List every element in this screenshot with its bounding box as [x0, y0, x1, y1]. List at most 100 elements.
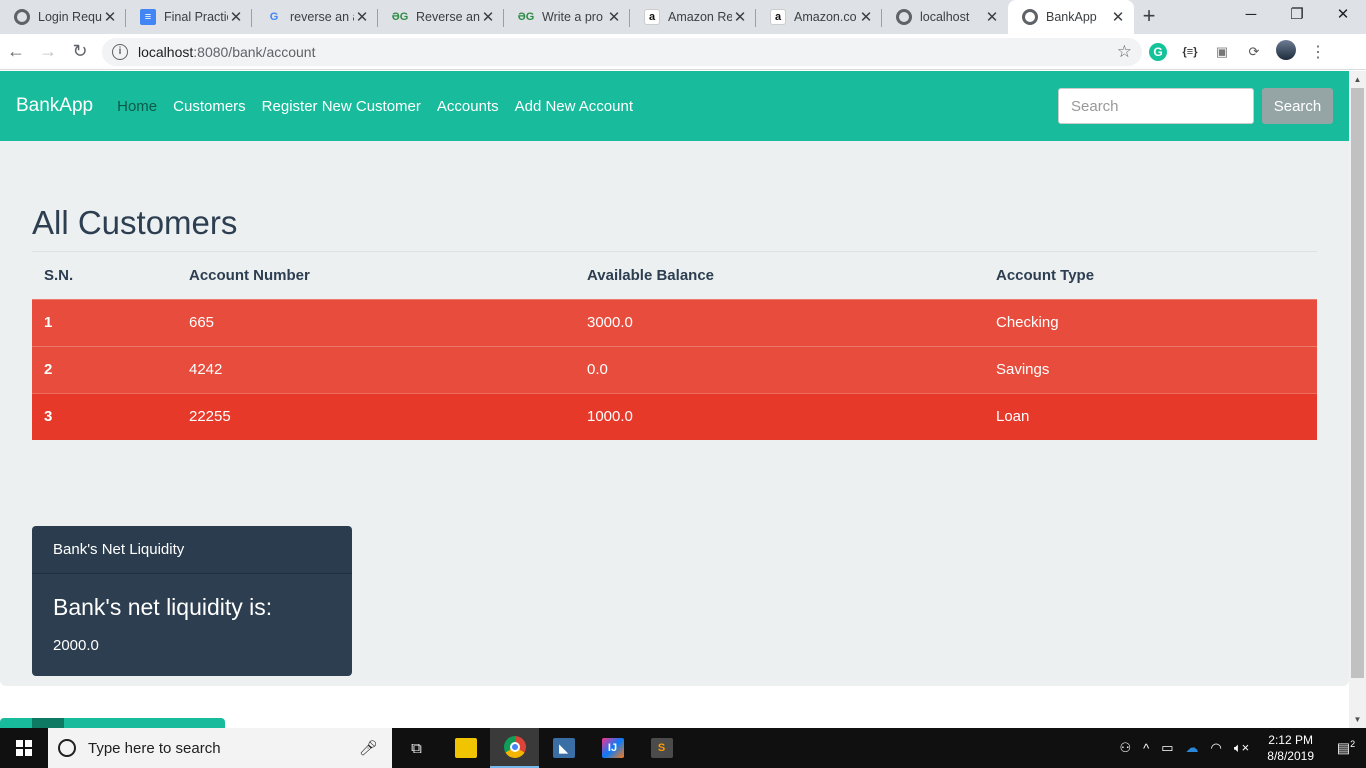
column-header: Available Balance: [587, 267, 715, 285]
nav-link-add-account[interactable]: Add New Account: [515, 98, 633, 115]
docs-icon: ≡: [140, 9, 156, 25]
close-tab-icon[interactable]: ✕: [732, 8, 748, 26]
address-bar[interactable]: i localhost:8080/bank/account ☆: [102, 37, 1142, 66]
window-controls: ─ ❐ ✕: [1228, 0, 1366, 34]
site-info-icon[interactable]: i: [112, 43, 128, 60]
action-center-icon[interactable]: ▤2: [1326, 739, 1366, 757]
scroll-down-icon[interactable]: ▼: [1349, 711, 1366, 728]
main-content: All Customers S.N. Account Number Availa…: [0, 141, 1349, 686]
browser-tab[interactable]: ƏG Reverse an ✕: [378, 0, 504, 34]
net-liquidity-value: 2000.0: [53, 637, 99, 654]
close-tab-icon[interactable]: ✕: [858, 8, 874, 26]
bookmark-star-icon[interactable]: ☆: [1117, 42, 1132, 62]
close-tab-icon[interactable]: ✕: [228, 8, 244, 26]
intellij-idea-icon[interactable]: IJ: [588, 728, 637, 768]
amazon-icon: a: [644, 9, 660, 25]
notification-count: 2: [1350, 739, 1356, 750]
browser-tab-active[interactable]: BankApp ✕: [1008, 0, 1134, 34]
geeksforgeeks-icon: ƏG: [517, 11, 535, 23]
divider: [32, 251, 1317, 252]
page-title: All Customers: [32, 204, 238, 241]
microphone-icon[interactable]: 🎤︎: [359, 739, 378, 757]
browser-tab[interactable]: localhost ✕: [882, 0, 1008, 34]
menu-kebab-icon[interactable]: ⋮: [1302, 42, 1334, 62]
back-icon[interactable]: ←: [0, 41, 32, 62]
tab-title: reverse an a: [290, 10, 354, 24]
nav-link-accounts[interactable]: Accounts: [437, 98, 499, 115]
nav-link-customers[interactable]: Customers: [173, 98, 246, 115]
sync-extension-icon[interactable]: ⟳: [1238, 44, 1270, 60]
battery-icon[interactable]: ▭: [1155, 740, 1179, 756]
close-tab-icon[interactable]: ✕: [354, 8, 370, 26]
google-icon: G: [269, 11, 279, 23]
scroll-up-icon[interactable]: ▲: [1349, 71, 1366, 88]
tab-title: Final Practic: [164, 10, 228, 24]
wifi-icon[interactable]: ◠: [1205, 740, 1228, 756]
browser-tab[interactable]: a Amazon.co ✕: [756, 0, 882, 34]
taskbar-search-box[interactable]: Type here to search 🎤︎: [48, 728, 392, 768]
restore-icon[interactable]: ❐: [1274, 0, 1320, 34]
close-tab-icon[interactable]: ✕: [984, 8, 1000, 26]
table-row: 2 4242 0.0 Savings: [32, 345, 1317, 393]
close-tab-icon[interactable]: ✕: [606, 8, 622, 26]
browser-tab[interactable]: a Amazon Re ✕: [630, 0, 756, 34]
browser-tab[interactable]: ≡ Final Practic ✕: [126, 0, 252, 34]
chrome-taskbar-icon[interactable]: [490, 728, 539, 768]
url-host: localhost: [138, 43, 194, 60]
cell-account-number: 4242: [177, 345, 575, 393]
mysql-workbench-icon[interactable]: ◣: [539, 728, 588, 768]
browser-tab[interactable]: G reverse an a ✕: [252, 0, 378, 34]
browser-tab-strip: Login Requ ✕ ≡ Final Practic ✕ G reverse…: [0, 0, 1366, 34]
column-header: Account Type: [996, 267, 1095, 285]
globe-icon: [896, 9, 912, 25]
task-view-icon[interactable]: ⧉: [392, 728, 441, 768]
windows-taskbar: Type here to search 🎤︎ ⧉ ◣ IJ S ⚇ ^ ▭ ☁ …: [0, 728, 1366, 768]
clock-time: 2:12 PM: [1268, 733, 1313, 747]
onedrive-icon[interactable]: ☁: [1180, 740, 1205, 756]
taskbar-clock[interactable]: 2:12 PM 8/8/2019: [1255, 732, 1326, 764]
file-explorer-icon[interactable]: [441, 728, 490, 768]
cell-sn: 3: [32, 392, 177, 440]
geeksforgeeks-icon: ƏG: [391, 11, 409, 23]
page-scrollbar[interactable]: ▲ ▼: [1349, 71, 1366, 728]
nav-link-register-customer[interactable]: Register New Customer: [262, 98, 421, 115]
close-tab-icon[interactable]: ✕: [102, 8, 118, 26]
close-tab-icon[interactable]: ✕: [1110, 8, 1126, 26]
browser-tab[interactable]: ƏG Write a pro ✕: [504, 0, 630, 34]
profile-avatar[interactable]: [1270, 40, 1302, 63]
system-tray: ⚇ ^ ▭ ☁ ◠ 🔈︎× 2:12 PM 8/8/2019 ▤2: [1113, 728, 1366, 768]
json-extension-icon[interactable]: {≡}: [1174, 46, 1206, 58]
search-button[interactable]: Search: [1262, 88, 1333, 124]
scrollbar-thumb[interactable]: [1351, 88, 1364, 678]
chevron-up-icon[interactable]: ^: [1137, 741, 1155, 756]
cell-account-number: 665: [177, 298, 575, 346]
column-header: Account Number: [189, 267, 310, 285]
nav-link-home[interactable]: Home: [117, 98, 157, 115]
table-row: 3 22255 1000.0 Loan: [32, 392, 1317, 440]
tab-title: Login Requ: [38, 10, 102, 24]
reload-icon[interactable]: ↻: [64, 41, 96, 62]
browser-tab[interactable]: Login Requ ✕: [0, 0, 126, 34]
cell-account-type: Loan: [984, 392, 1317, 440]
cell-sn: 2: [32, 345, 177, 393]
new-tab-button[interactable]: +: [1134, 0, 1164, 34]
cell-sn: 1: [32, 298, 177, 346]
minimize-icon[interactable]: ─: [1228, 0, 1274, 34]
close-window-icon[interactable]: ✕: [1320, 0, 1366, 34]
forward-icon[interactable]: →: [32, 41, 64, 62]
people-icon[interactable]: ⚇: [1113, 740, 1137, 756]
extension-icon[interactable]: ▣: [1206, 44, 1238, 60]
url-path: :8080/bank/account: [193, 43, 316, 60]
volume-muted-icon[interactable]: 🔈︎×: [1228, 740, 1255, 756]
table-header-row: S.N. Account Number Available Balance Ac…: [32, 253, 1317, 299]
tab-title: localhost: [920, 10, 970, 24]
windows-start-icon[interactable]: [0, 728, 48, 768]
sublime-text-icon[interactable]: S: [637, 728, 686, 768]
brand-logo[interactable]: BankApp: [16, 95, 93, 117]
cell-balance: 0.0: [575, 345, 984, 393]
grammarly-extension-icon[interactable]: G: [1142, 42, 1174, 61]
accounts-table: S.N. Account Number Available Balance Ac…: [32, 253, 1317, 440]
globe-icon: [1022, 9, 1038, 25]
close-tab-icon[interactable]: ✕: [480, 8, 496, 26]
search-input[interactable]: [1058, 88, 1254, 124]
